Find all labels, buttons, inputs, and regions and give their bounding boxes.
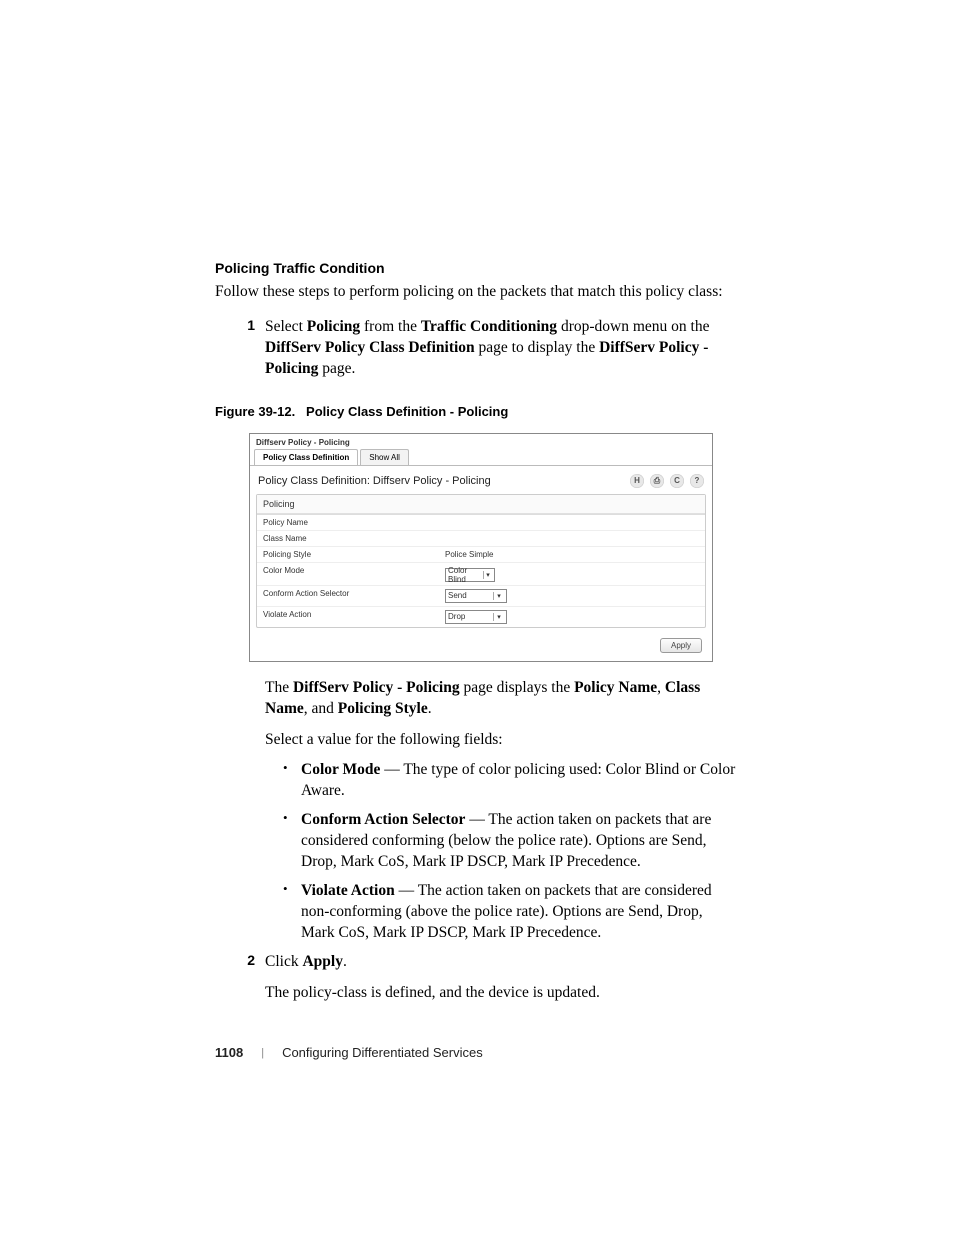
t: .	[343, 953, 347, 970]
list-item: • Conform Action Selector — The action t…	[283, 810, 739, 873]
color-mode-select[interactable]: Color Blind ▾	[445, 568, 495, 582]
row-policing-style: Policing Style Police Simple	[257, 546, 705, 562]
section-heading: Policing Traffic Condition	[215, 260, 739, 276]
help-icon[interactable]: ?	[690, 474, 704, 488]
bullet-list: • Color Mode — The type of color policin…	[283, 760, 739, 943]
t: Click	[265, 953, 302, 970]
closing-paragraph: The policy-class is defined, and the dev…	[265, 983, 739, 1004]
t: The	[265, 679, 293, 696]
t: .	[428, 700, 432, 717]
t: , and	[304, 700, 338, 717]
t: ,	[657, 679, 665, 696]
t: Select	[265, 318, 307, 335]
violate-action-select[interactable]: Drop ▾	[445, 610, 507, 624]
breadcrumb: Diffserv Policy - Policing	[250, 434, 712, 449]
footer-chapter: Configuring Differentiated Services	[282, 1045, 483, 1060]
step-number: 2	[233, 952, 265, 968]
t: Violate Action	[301, 882, 395, 899]
select-value: Drop	[448, 612, 465, 621]
section-header: Policing	[257, 495, 705, 514]
t: DiffServ Policy Class Definition	[265, 339, 475, 356]
list-item: • Violate Action — The action taken on p…	[283, 881, 739, 944]
label: Color Mode	[257, 563, 439, 585]
t: drop-down menu on the	[557, 318, 709, 335]
t: Policing Style	[338, 700, 428, 717]
t: Color Mode	[301, 761, 380, 778]
value: Police Simple	[439, 547, 705, 562]
bullet-body: Violate Action — The action taken on pac…	[301, 881, 739, 944]
label: Violate Action	[257, 607, 439, 627]
t: page displays the	[460, 679, 575, 696]
value	[439, 531, 705, 546]
toolbar-icons: H ⎙ C ?	[630, 474, 704, 488]
after-figure-paragraph: The DiffServ Policy - Policing page disp…	[265, 678, 739, 720]
conform-action-select[interactable]: Send ▾	[445, 589, 507, 603]
page-number: 1108	[215, 1045, 243, 1060]
list-item: • Color Mode — The type of color policin…	[283, 760, 739, 802]
row-color-mode: Color Mode Color Blind ▾	[257, 562, 705, 585]
value	[439, 515, 705, 530]
row-class-name: Class Name	[257, 530, 705, 546]
intro-paragraph: Follow these steps to perform policing o…	[215, 282, 739, 303]
step-1: 1 Select Policing from the Traffic Condi…	[233, 317, 739, 380]
chevron-down-icon: ▾	[493, 592, 504, 600]
figure-caption: Figure 39-12. Policy Class Definition - …	[215, 404, 739, 419]
t: from the	[360, 318, 421, 335]
step-body: Click Apply.	[265, 952, 739, 973]
row-policy-name: Policy Name	[257, 515, 705, 530]
select-value: Color Blind	[448, 566, 479, 584]
t: Traffic Conditioning	[421, 318, 557, 335]
bullet-body: Conform Action Selector — The action tak…	[301, 810, 739, 873]
label: Policing Style	[257, 547, 439, 562]
tab-show-all[interactable]: Show All	[360, 449, 409, 465]
select-line: Select a value for the following fields:	[265, 730, 739, 751]
chevron-down-icon: ▾	[493, 613, 504, 621]
bullet-body: Color Mode — The type of color policing …	[301, 760, 739, 802]
separator-icon: |	[261, 1047, 264, 1059]
page-footer: 1108 | Configuring Differentiated Servic…	[215, 1045, 483, 1060]
print-icon[interactable]: ⎙	[650, 474, 664, 488]
refresh-icon[interactable]: C	[670, 474, 684, 488]
step-number: 1	[233, 317, 265, 333]
t: Conform Action Selector	[301, 811, 465, 828]
t: page to display the	[475, 339, 599, 356]
figure-title: Policy Class Definition - Policing	[306, 404, 508, 419]
select-value: Send	[448, 591, 467, 600]
step-2: 2 Click Apply.	[233, 952, 739, 973]
t: Policing	[307, 318, 360, 335]
t: Policy Name	[574, 679, 657, 696]
tab-policy-class-definition[interactable]: Policy Class Definition	[254, 449, 358, 465]
policing-section: Policing Policy Name Class Name Policing…	[256, 494, 706, 628]
bullet-icon: •	[283, 810, 301, 827]
figure-number: Figure 39-12.	[215, 404, 295, 419]
label: Policy Name	[257, 515, 439, 530]
t: Apply	[302, 953, 343, 970]
row-violate-action: Violate Action Drop ▾	[257, 606, 705, 627]
page-title: Policy Class Definition: Diffserv Policy…	[258, 475, 491, 487]
step-body: Select Policing from the Traffic Conditi…	[265, 317, 739, 380]
bullet-icon: •	[283, 760, 301, 777]
screenshot-panel: Diffserv Policy - Policing Policy Class …	[249, 433, 713, 662]
t: page.	[318, 360, 355, 377]
save-icon[interactable]: H	[630, 474, 644, 488]
chevron-down-icon: ▾	[483, 571, 492, 579]
label: Class Name	[257, 531, 439, 546]
tab-strip: Policy Class Definition Show All	[250, 449, 712, 466]
apply-button[interactable]: Apply	[660, 638, 702, 653]
t: DiffServ Policy - Policing	[293, 679, 460, 696]
label: Conform Action Selector	[257, 586, 439, 606]
bullet-icon: •	[283, 881, 301, 898]
row-conform-action: Conform Action Selector Send ▾	[257, 585, 705, 606]
